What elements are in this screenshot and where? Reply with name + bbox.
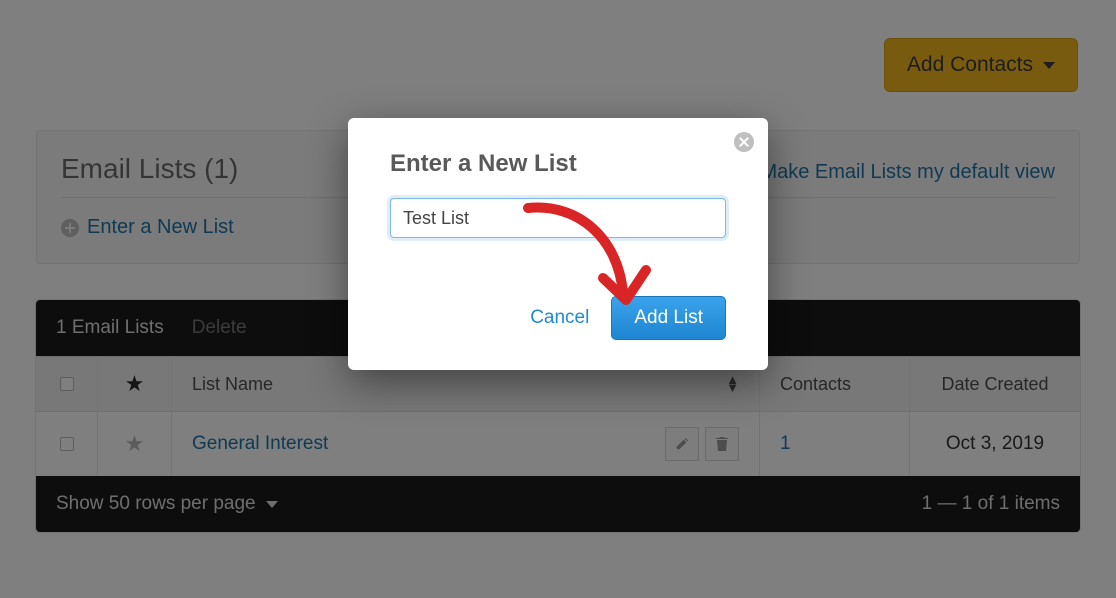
modal-title: Enter a New List [390,150,726,178]
modal-overlay: Enter a New List Cancel Add List [0,0,1116,598]
add-list-button[interactable]: Add List [611,296,726,340]
add-list-label: Add List [634,307,703,328]
list-name-input[interactable] [390,198,726,238]
cancel-button[interactable]: Cancel [530,307,589,329]
new-list-modal: Enter a New List Cancel Add List [348,118,768,370]
modal-close-button[interactable] [734,132,754,152]
